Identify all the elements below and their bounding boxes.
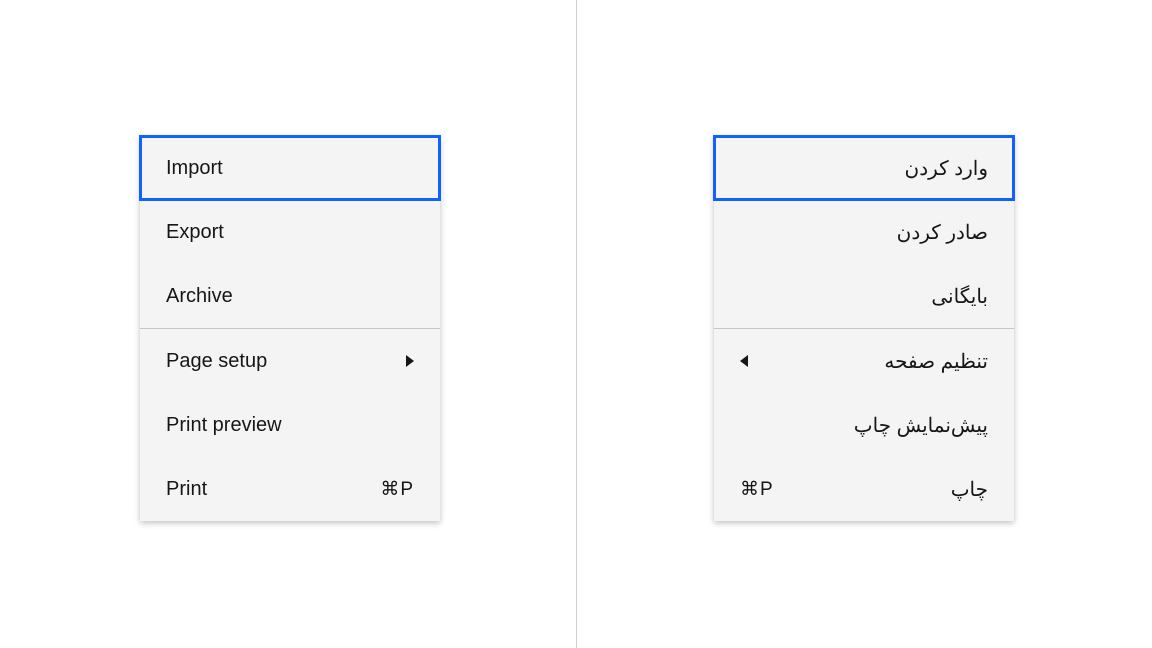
context-menu-rtl: وارد کردن صادر کردن بایگانی تنظیم صفحه پ… xyxy=(714,136,1014,521)
menu-item-print-preview[interactable]: پیش‌نمایش چاپ xyxy=(714,393,1014,457)
menu-item-label: Page setup xyxy=(166,350,406,373)
menu-item-label: بایگانی xyxy=(740,284,988,309)
menu-item-archive[interactable]: بایگانی xyxy=(714,264,1014,328)
menu-item-label: Print xyxy=(166,478,380,501)
menu-item-label: Export xyxy=(166,221,414,244)
menu-item-archive[interactable]: Archive xyxy=(140,264,440,328)
menu-item-import[interactable]: وارد کردن xyxy=(714,136,1014,200)
menu-item-label: Import xyxy=(166,157,414,180)
menu-item-export[interactable]: صادر کردن xyxy=(714,200,1014,264)
context-menu-ltr: Import Export Archive Page setup Print p… xyxy=(140,136,440,521)
menu-item-label: پیش‌نمایش چاپ xyxy=(740,413,988,438)
submenu-arrow-icon xyxy=(406,355,414,367)
menu-item-label: وارد کردن xyxy=(740,156,988,181)
submenu-arrow-icon xyxy=(740,355,748,367)
shortcut-label: ⌘P xyxy=(740,478,774,501)
menu-item-print-preview[interactable]: Print preview xyxy=(140,393,440,457)
shortcut-label: ⌘P xyxy=(380,478,414,501)
menu-item-print[interactable]: Print ⌘P xyxy=(140,457,440,521)
menu-item-print[interactable]: چاپ ⌘P xyxy=(714,457,1014,521)
vertical-divider xyxy=(576,0,577,648)
menu-item-label: Archive xyxy=(166,285,414,308)
menu-item-page-setup[interactable]: تنظیم صفحه xyxy=(714,329,1014,393)
menu-item-label: صادر کردن xyxy=(740,220,988,245)
menu-item-import[interactable]: Import xyxy=(140,136,440,200)
menu-item-export[interactable]: Export xyxy=(140,200,440,264)
menu-item-label: تنظیم صفحه xyxy=(748,349,988,374)
menu-item-label: چاپ xyxy=(774,477,988,502)
menu-item-label: Print preview xyxy=(166,414,414,437)
menu-item-page-setup[interactable]: Page setup xyxy=(140,329,440,393)
